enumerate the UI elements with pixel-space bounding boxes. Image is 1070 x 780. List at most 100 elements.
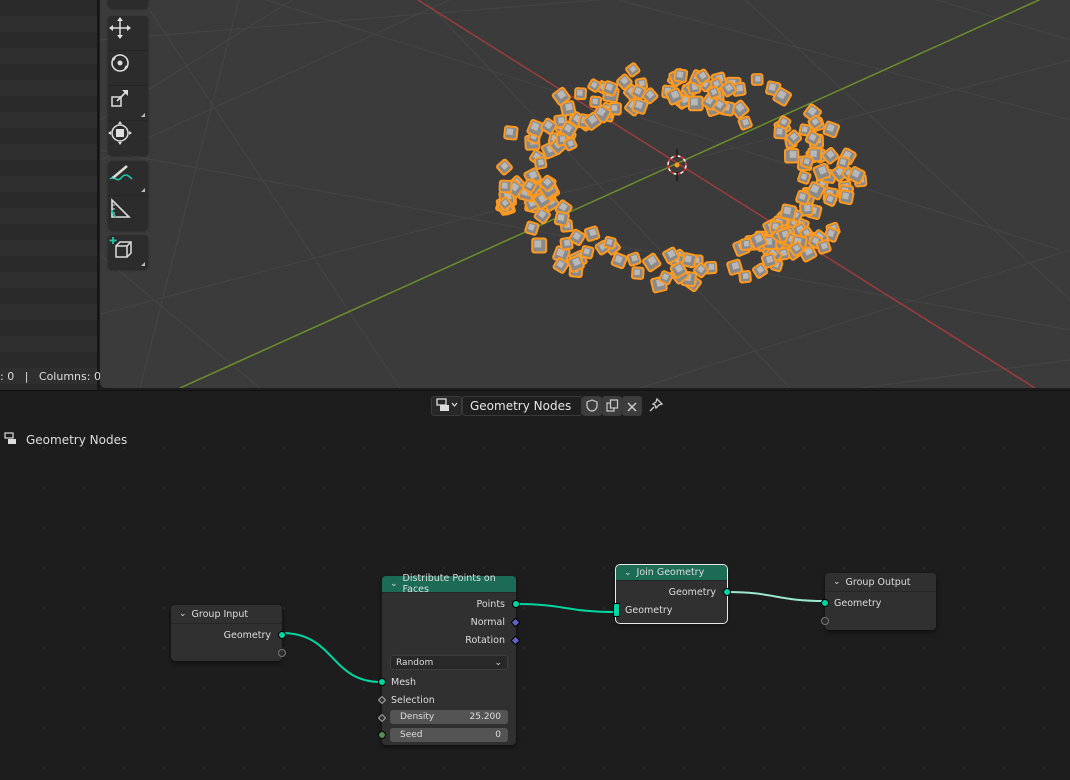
node-tree-name-field[interactable]: Geometry Nodes (462, 396, 582, 416)
geometry-socket[interactable] (512, 600, 520, 608)
canvas-dot (683, 527, 685, 529)
editor-type-dropdown[interactable] (431, 396, 462, 416)
canvas-dot (83, 487, 85, 489)
empty-socket[interactable] (821, 617, 829, 625)
empty-socket[interactable] (278, 649, 286, 657)
add-cube-tool[interactable] (108, 235, 148, 269)
socket-label: Geometry (223, 629, 271, 641)
canvas-dot (803, 487, 805, 489)
canvas-dot (603, 527, 605, 529)
field-label: Seed (400, 730, 423, 740)
canvas-dot (1003, 687, 1005, 689)
spreadsheet-row (0, 256, 97, 272)
instance-cube (797, 170, 812, 185)
distribute-method-dropdown[interactable]: Random ⌄ (390, 655, 508, 670)
spreadsheet-row (0, 224, 97, 240)
field-value: 0 (495, 730, 501, 740)
canvas-dot (643, 527, 645, 529)
close-icon (627, 397, 637, 416)
transform-tool[interactable] (108, 121, 148, 155)
canvas-dot (803, 607, 805, 609)
canvas-dot (603, 487, 605, 489)
canvas-dot (163, 487, 165, 489)
canvas-dot (643, 487, 645, 489)
multi-input-socket[interactable] (613, 603, 620, 617)
canvas-dot (803, 727, 805, 729)
canvas-dot (523, 447, 525, 449)
move-tool[interactable] (108, 16, 148, 51)
canvas-dot (883, 767, 885, 769)
duplicate-button[interactable] (602, 396, 622, 416)
node-header[interactable]: ⌄ Group Input (171, 605, 282, 624)
scale-tool[interactable] (108, 86, 148, 121)
canvas-dot (1003, 527, 1005, 529)
socket-label: Geometry (834, 597, 882, 609)
output-socket-rotation: Rotation (382, 631, 521, 649)
output-socket-geometry: Geometry (171, 626, 286, 644)
instance-cube (603, 235, 617, 250)
canvas-dot (43, 727, 45, 729)
canvas-dot (83, 767, 85, 769)
distribute-points-node[interactable]: ⌄ Distribute Points on Faces Points Norm… (377, 573, 521, 745)
canvas-dot (163, 527, 165, 529)
canvas-dot (243, 527, 245, 529)
canvas-dot (1043, 487, 1045, 489)
grid-line (142, 0, 401, 388)
canvas-dot (83, 527, 85, 529)
geometry-socket[interactable] (378, 678, 386, 686)
fake-user-button[interactable] (582, 396, 602, 416)
output-socket-empty (171, 644, 286, 662)
density-field[interactable]: Density 25.200 (390, 710, 508, 724)
canvas-dot (763, 567, 765, 569)
canvas-dot (563, 527, 565, 529)
canvas-dot (323, 567, 325, 569)
seed-socket[interactable] (378, 731, 386, 739)
canvas-dot (363, 527, 365, 529)
canvas-dot (203, 487, 205, 489)
group-output-node[interactable]: ⌄ Group Output Geometry (821, 573, 936, 630)
node-header[interactable]: ⌄ Distribute Points on Faces (382, 573, 516, 595)
canvas-dot (403, 567, 405, 569)
chevron-down-icon[interactable]: ⌄ (624, 568, 632, 578)
instance-cube (589, 95, 603, 109)
canvas-dot (603, 447, 605, 449)
input-socket-geometry: Geometry (821, 594, 936, 612)
instance-cube (836, 155, 851, 170)
seed-field[interactable]: Seed 0 (390, 728, 508, 742)
canvas-dot (203, 687, 205, 689)
canvas-dot (483, 767, 485, 769)
node-header[interactable]: ⌄ Group Output (825, 573, 936, 592)
canvas-dot (163, 687, 165, 689)
chevron-down-icon[interactable]: ⌄ (179, 609, 187, 619)
canvas-dot (203, 727, 205, 729)
join-geometry-node[interactable]: ⌄ Join Geometry Geometry Geometry (613, 564, 731, 624)
canvas-dot (163, 767, 165, 769)
unlink-button[interactable] (622, 396, 642, 416)
canvas-dot (43, 687, 45, 689)
node-header[interactable]: ⌄ Join Geometry (616, 565, 727, 581)
canvas-dot (883, 447, 885, 449)
canvas-dot (843, 447, 845, 449)
shield-icon (586, 397, 598, 416)
canvas-dot (203, 527, 205, 529)
instance-cube (496, 158, 513, 176)
input-socket-mesh: Mesh (378, 673, 516, 691)
chevron-down-icon[interactable]: ⌄ (390, 579, 398, 589)
group-input-node[interactable]: ⌄ Group Input Geometry (171, 605, 286, 662)
canvas-dot (683, 487, 685, 489)
3d-viewport[interactable] (100, 0, 1070, 388)
annotate-tool[interactable] (108, 161, 148, 196)
chevron-down-icon[interactable]: ⌄ (833, 577, 841, 587)
geometry-socket[interactable] (723, 588, 731, 596)
geometry-socket[interactable] (278, 631, 286, 639)
output-socket-points: Points (382, 595, 520, 613)
pin-button[interactable] (648, 397, 664, 417)
spreadsheet-row (0, 192, 97, 208)
geometry-socket[interactable] (821, 599, 829, 607)
canvas-dot (43, 567, 45, 569)
rotate-tool[interactable] (108, 51, 148, 86)
select-tool[interactable] (108, 0, 148, 8)
canvas-dot (283, 767, 285, 769)
canvas-dot (723, 647, 725, 649)
measure-tool[interactable] (108, 196, 148, 230)
